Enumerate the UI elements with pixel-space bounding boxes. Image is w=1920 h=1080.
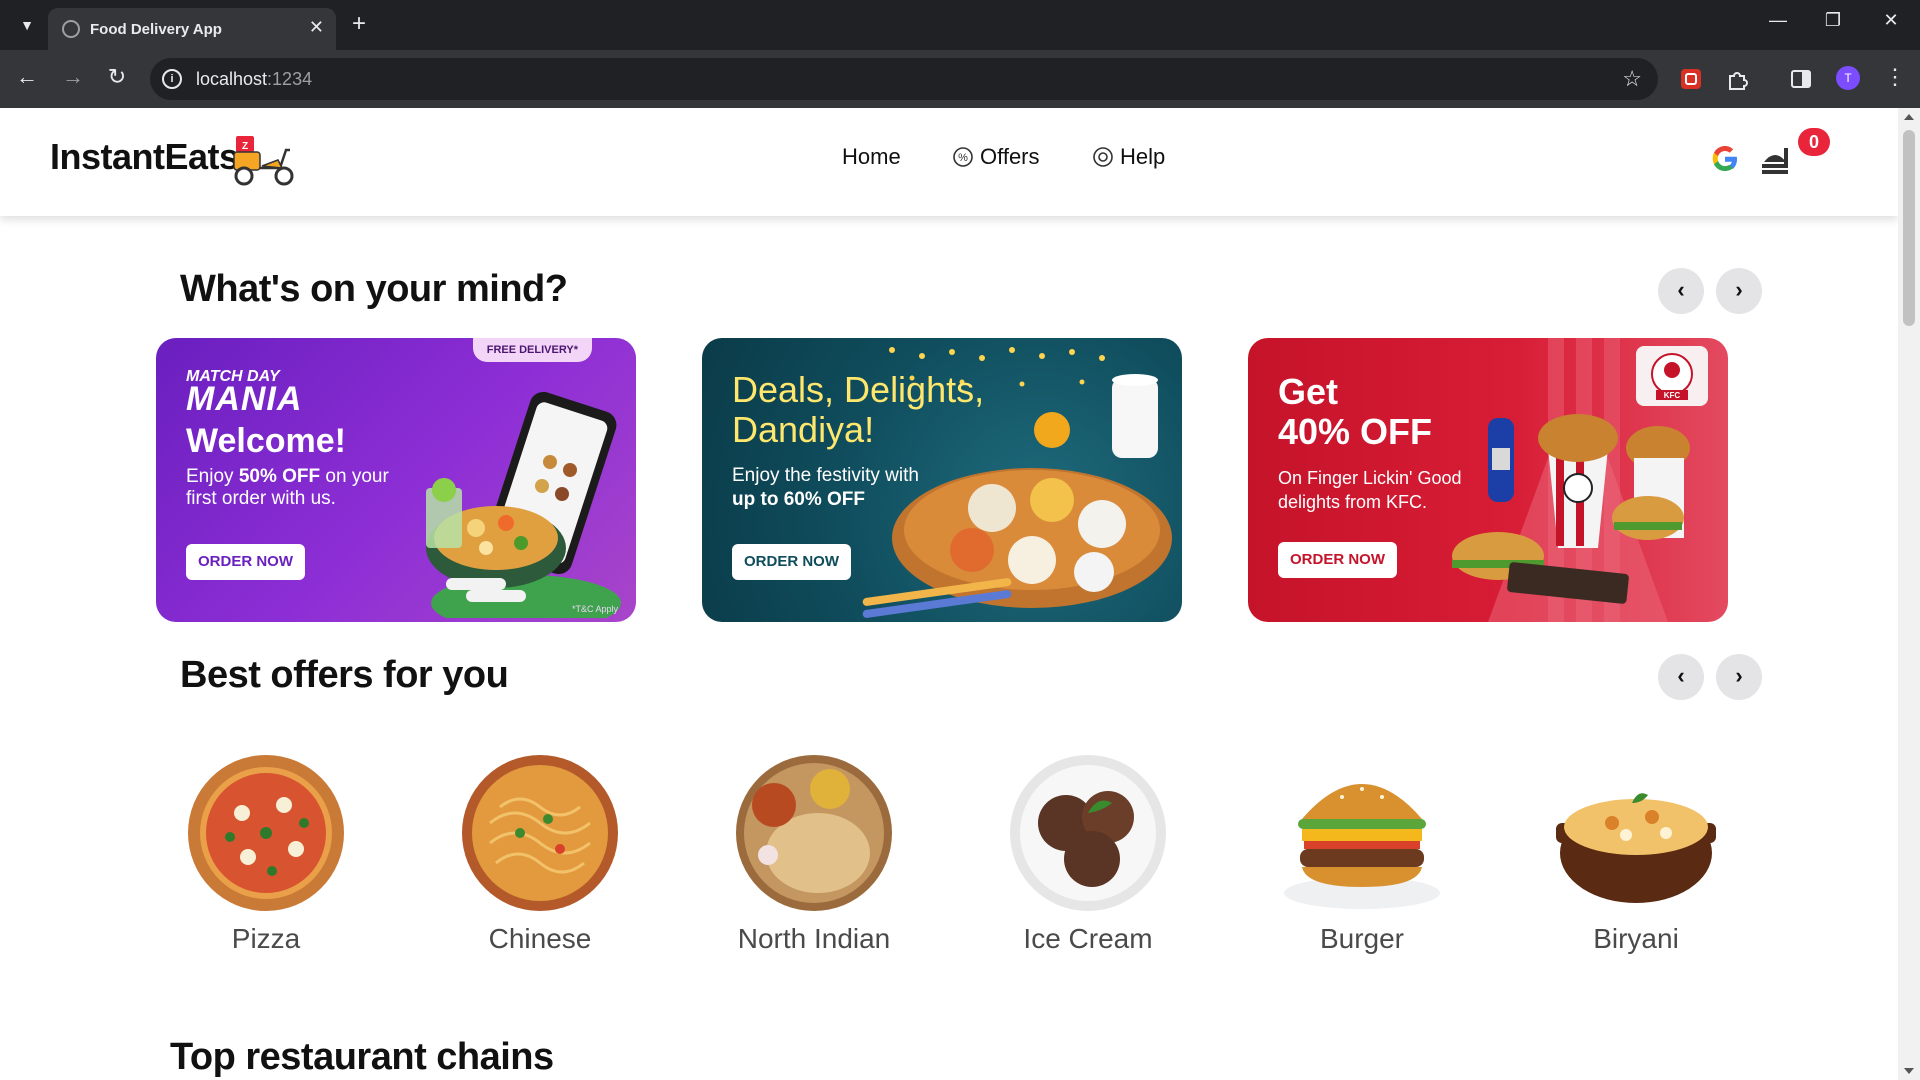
category-chinese[interactable]: Chinese: [430, 753, 650, 973]
side-panel-icon[interactable]: [1790, 68, 1812, 90]
svg-text:Z: Z: [242, 141, 248, 152]
globe-icon: [62, 20, 80, 38]
category-label: Ice Cream: [1023, 923, 1153, 954]
cart-icon[interactable]: [1758, 140, 1798, 180]
mind-prev-button[interactable]: ‹: [1658, 268, 1704, 314]
order-now-button[interactable]: ORDER NOW: [732, 544, 851, 580]
order-now-button[interactable]: ORDER NOW: [1278, 542, 1397, 578]
forward-icon[interactable]: →: [58, 64, 88, 90]
phone-food-illustration: [426, 391, 621, 618]
banner-headline: Deals, Delights, Dandiya!: [732, 369, 985, 450]
offers-prev-button[interactable]: ‹: [1658, 654, 1704, 700]
category-north-indian[interactable]: North Indian: [704, 753, 924, 973]
free-delivery-tag: FREE DELIVERY*: [472, 338, 592, 362]
category-label: Burger: [1319, 923, 1405, 954]
nav-help[interactable]: Help: [1120, 144, 1165, 170]
browser-tabbar: ▼ Food Delivery App ✕ + — ❐ ✕: [0, 0, 1920, 50]
category-burger[interactable]: Burger: [1252, 753, 1472, 973]
kfc-logo-icon: KFC: [1651, 353, 1693, 400]
browser-toolbar: ← → ↻ i localhost:1234 ☆ ⋮: [0, 50, 1920, 108]
banner-headline: Get 40% OFF: [1278, 371, 1433, 452]
minimize-icon[interactable]: —: [1758, 10, 1798, 31]
burger-image: [1284, 784, 1440, 909]
category-ice-cream[interactable]: Ice Cream: [978, 753, 1198, 973]
tab-search-icon[interactable]: ▼: [14, 12, 40, 38]
extension-red-icon[interactable]: [1680, 68, 1702, 90]
banner-dandiya[interactable]: Deals, Delights, Dandiya! Enjoy the fest…: [702, 338, 1182, 622]
browser-menu-icon[interactable]: ⋮: [1880, 64, 1910, 90]
category-label: Biryani: [1593, 923, 1679, 954]
tab-title: Food Delivery App: [90, 21, 222, 38]
svg-text:%: %: [958, 152, 968, 164]
browser-tab[interactable]: Food Delivery App ✕: [48, 8, 336, 50]
ice-cream-image: [1010, 755, 1166, 911]
offers-icon: %: [953, 147, 973, 167]
offers-next-button[interactable]: ›: [1716, 654, 1762, 700]
site-logo[interactable]: InstantEats: [50, 136, 239, 178]
banner-headline: Welcome!: [186, 422, 346, 460]
tnc-footnote: *T&C Apply: [571, 604, 618, 614]
banner-subtext: On Finger Lickin' Good delights from KFC…: [1278, 468, 1462, 512]
extensions-puzzle-icon[interactable]: [1726, 68, 1748, 90]
help-icon: [1093, 147, 1113, 167]
category-pizza[interactable]: Pizza: [156, 753, 376, 973]
site-info-icon[interactable]: i: [162, 69, 182, 89]
category-biryani[interactable]: Biryani: [1526, 753, 1746, 973]
scooter-logo-icon: Z: [233, 136, 294, 186]
scroll-down-icon[interactable]: [1904, 1068, 1914, 1074]
nav-home[interactable]: Home: [842, 144, 901, 170]
category-label: Chinese: [488, 923, 592, 954]
nav-offers[interactable]: Offers: [980, 144, 1040, 170]
back-icon[interactable]: ←: [12, 64, 42, 90]
banner-subtext: Enjoy 50% OFF on your first order with u…: [186, 466, 389, 509]
mania-text: MANIA: [186, 380, 303, 418]
scroll-thumb[interactable]: [1903, 130, 1915, 326]
pizza-image: [188, 755, 344, 911]
section-title-offers: Best offers for you: [180, 654, 509, 696]
scroll-up-icon[interactable]: [1904, 114, 1914, 120]
category-label: Pizza: [231, 923, 301, 954]
page-scrollbar[interactable]: [1898, 108, 1920, 1080]
reload-icon[interactable]: ↻: [102, 64, 132, 90]
thali-image: [736, 755, 892, 911]
restore-icon[interactable]: ❐: [1813, 10, 1853, 31]
new-tab-icon[interactable]: +: [352, 10, 366, 38]
banner-matchday[interactable]: FREE DELIVERY* MATCH DAY MANIA Welcome! …: [156, 338, 636, 622]
close-tab-icon[interactable]: ✕: [309, 17, 324, 38]
site-header: InstantEats Z Home % Offers Help 0: [0, 108, 1898, 216]
section-title-mind: What's on your mind?: [180, 268, 568, 310]
cart-count-badge: 0: [1798, 128, 1830, 156]
profile-avatar[interactable]: T: [1836, 66, 1860, 90]
close-window-icon[interactable]: ✕: [1871, 10, 1911, 31]
page-viewport: InstantEats Z Home % Offers Help 0 What'…: [0, 108, 1898, 1080]
url-text: localhost:1234: [196, 69, 313, 89]
biryani-image: [1556, 793, 1716, 903]
mind-next-button[interactable]: ›: [1716, 268, 1762, 314]
section-title-chains: Top restaurant chains: [170, 1036, 554, 1078]
google-signin-icon[interactable]: [1710, 144, 1740, 174]
svg-text:KFC: KFC: [1664, 391, 1681, 400]
order-now-button[interactable]: ORDER NOW: [186, 544, 305, 580]
category-label: North Indian: [737, 923, 891, 954]
banner-subtext: Enjoy the festivity with up to 60% OFF: [732, 465, 919, 510]
kfc-logo-box: KFC: [1636, 346, 1708, 406]
noodles-image: [462, 755, 618, 911]
banner-kfc[interactable]: KFC Get 40% OFF On Finger Lickin' Good de…: [1248, 338, 1728, 622]
bookmark-star-icon[interactable]: ☆: [1622, 66, 1642, 92]
address-bar[interactable]: i localhost:1234 ☆: [150, 58, 1658, 100]
